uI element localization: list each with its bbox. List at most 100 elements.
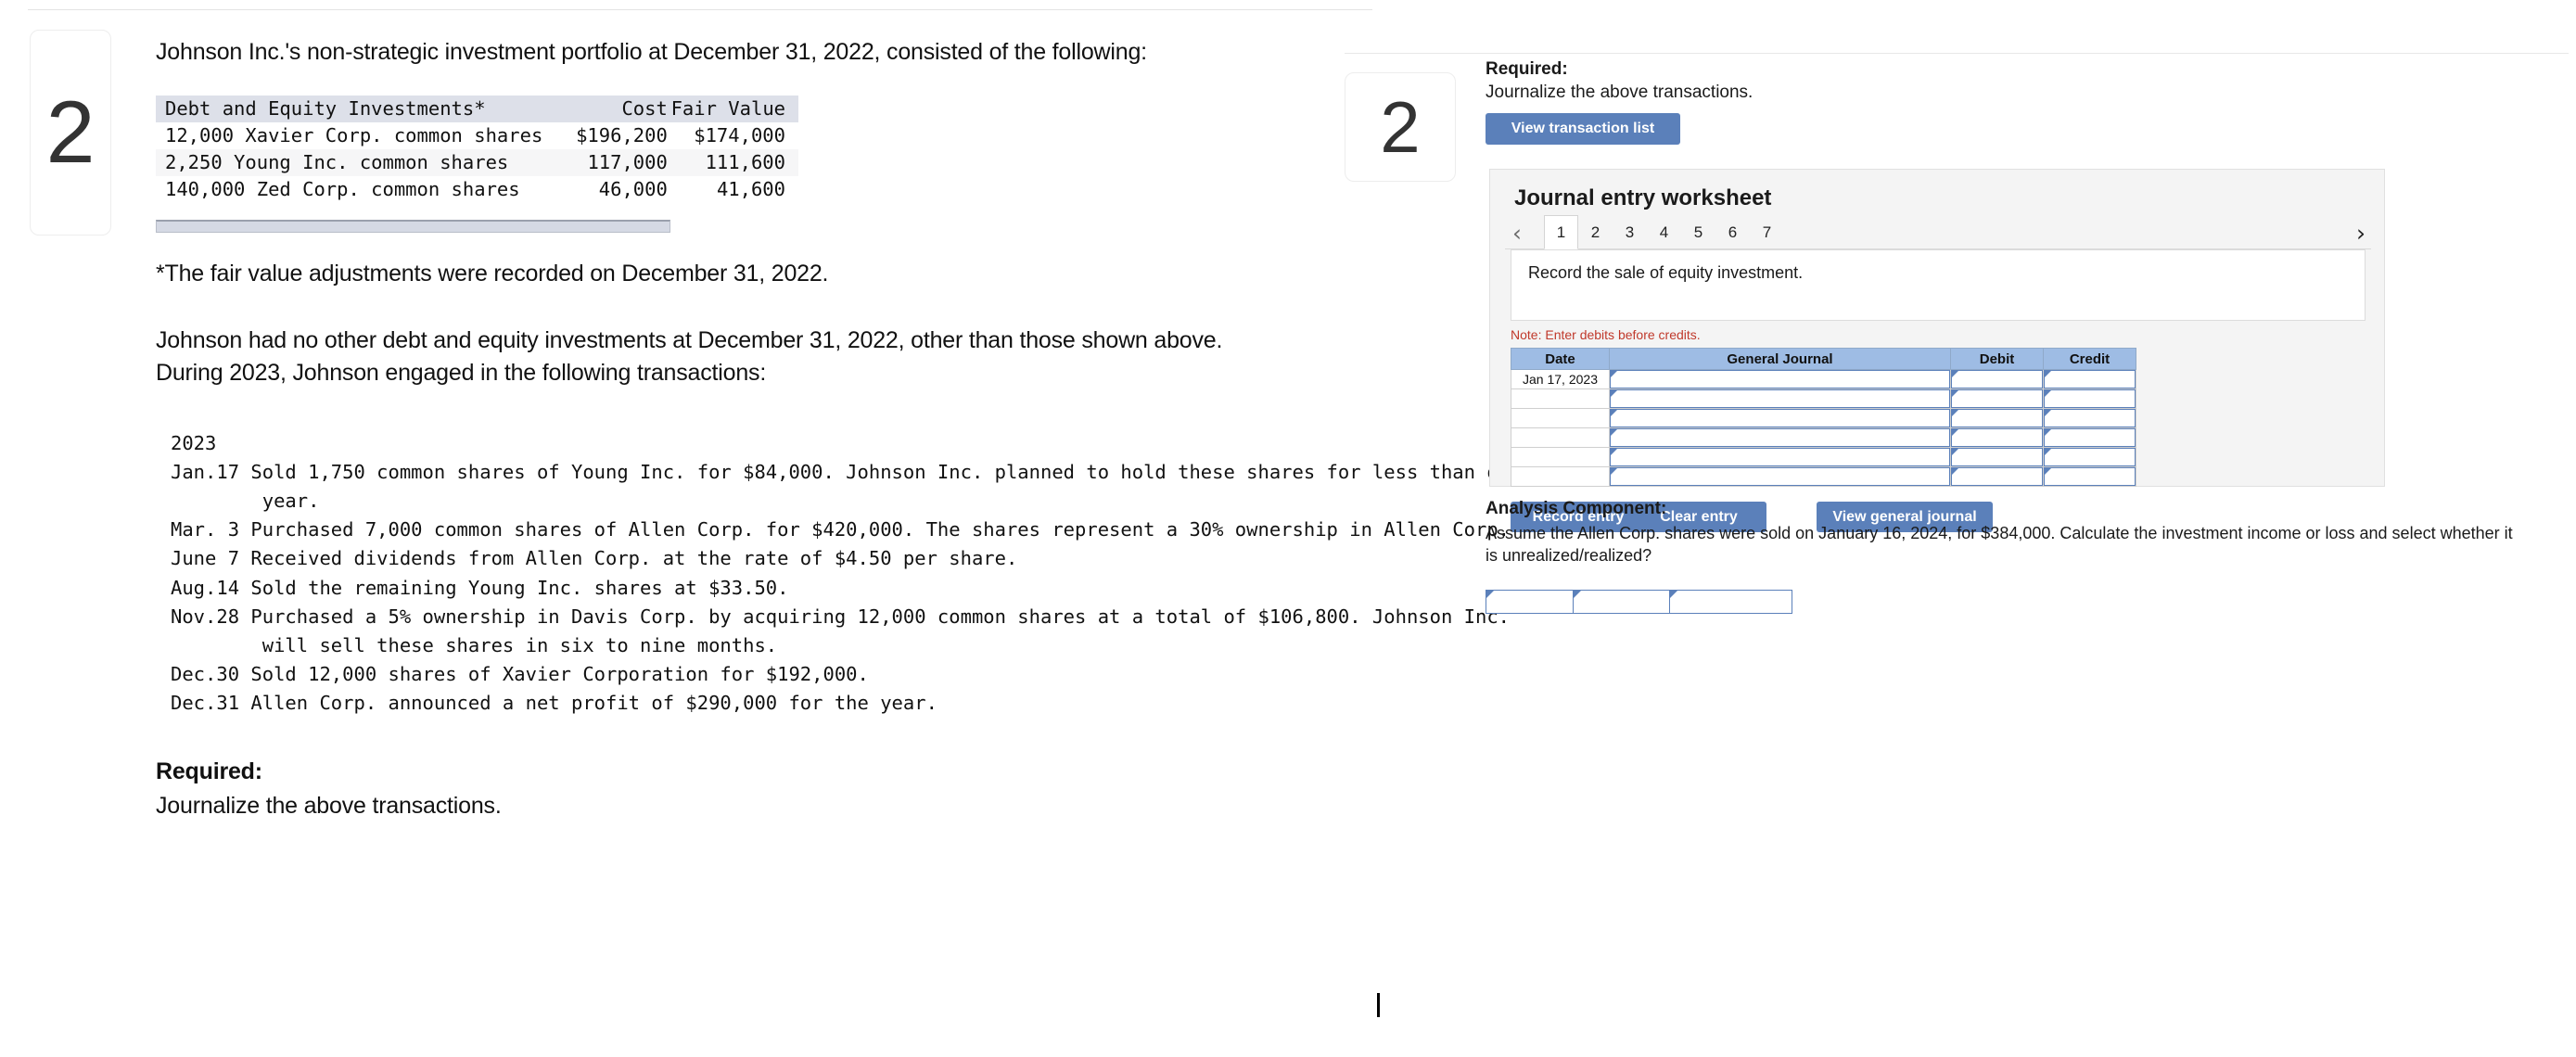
journal-debit-input[interactable] [1951, 370, 2043, 388]
portfolio-cell-cost: 46,000 [598, 177, 668, 200]
worksheet-title: Journal entry worksheet [1514, 185, 1772, 210]
question-number-right: 2 [1380, 86, 1421, 168]
journal-debit-cell[interactable] [1950, 388, 2044, 409]
journal-account-cell[interactable] [1609, 427, 1951, 448]
journal-account-input[interactable] [1610, 428, 1950, 447]
tab-1[interactable]: 1 [1544, 215, 1578, 249]
text-cursor [1377, 993, 1380, 1017]
required-body-left: Journalize the above transactions. [156, 793, 502, 820]
journal-account-input[interactable] [1610, 467, 1950, 486]
portfolio-cell-name: 12,000 Xavier Corp. common shares [165, 123, 543, 146]
journal-date-cell [1511, 447, 1610, 467]
table-row [1511, 447, 2136, 467]
table-row [1511, 388, 2136, 409]
worksheet-prompt-box: Record the sale of equity investment. [1511, 249, 2366, 321]
table-row: 12,000 Xavier Corp. common shares $196,2… [156, 122, 798, 149]
question-number-card-left: 2 [30, 30, 111, 236]
analysis-body: Assume the Allen Corp. shares were sold … [1486, 524, 2513, 566]
journal-debit-input[interactable] [1951, 389, 2043, 408]
journal-date-cell [1511, 427, 1610, 448]
analysis-input-1[interactable] [1486, 589, 1574, 614]
tab-6[interactable]: 6 [1715, 215, 1750, 249]
journal-debit-cell[interactable] [1950, 447, 2044, 467]
worksheet-prompt-text: Record the sale of equity investment. [1528, 263, 1804, 282]
journal-credit-cell[interactable] [2043, 427, 2136, 448]
journal-date-cell [1511, 408, 1610, 428]
journal-account-cell[interactable] [1609, 408, 1951, 428]
worksheet-tabs: 1 2 3 4 5 6 7 [1544, 215, 1784, 249]
journal-account-input[interactable] [1610, 370, 1950, 388]
journal-credit-input[interactable] [2044, 389, 2136, 408]
journal-debit-input[interactable] [1951, 409, 2043, 427]
journal-header-debit: Debit [1950, 348, 2044, 370]
analysis-input-2[interactable] [1573, 589, 1670, 614]
analysis-input-3[interactable] [1669, 589, 1792, 614]
journal-debit-cell[interactable] [1950, 466, 2044, 487]
journal-credit-input[interactable] [2044, 409, 2136, 427]
fair-value-footnote: *The fair value adjustments were recorde… [156, 260, 829, 287]
journal-date-cell: Jan 17, 2023 [1511, 369, 1610, 389]
portfolio-horizontal-scrollbar[interactable] [156, 219, 670, 233]
chevron-left-icon[interactable]: ‹ [1512, 222, 1522, 245]
journal-debit-input[interactable] [1951, 467, 2043, 486]
table-row [1511, 408, 2136, 428]
question-content-panel: Johnson Inc.'s non-strategic investment … [156, 37, 1521, 820]
journal-header-credit: Credit [2043, 348, 2136, 370]
analysis-heading: Analysis Component: [1486, 499, 1667, 518]
debits-before-credits-note: Note: Enter debits before credits. [1511, 327, 1701, 342]
journal-account-cell[interactable] [1609, 447, 1951, 467]
table-row: Jan 17, 2023 [1511, 369, 2136, 389]
journal-debit-cell[interactable] [1950, 369, 2044, 389]
portfolio-cell-fair-value: 41,600 [716, 177, 785, 200]
table-row: 140,000 Zed Corp. common shares 46,000 4… [156, 176, 798, 203]
table-row: 2,250 Young Inc. common shares 117,000 1… [156, 148, 798, 176]
intro-sentence: Johnson Inc.'s non-strategic investment … [156, 39, 1147, 65]
tab-3[interactable]: 3 [1613, 215, 1647, 249]
journal-account-input[interactable] [1610, 409, 1950, 427]
journal-debit-input[interactable] [1951, 428, 2043, 447]
portfolio-header-investments: Debt and Equity Investments* [165, 96, 486, 120]
journal-debit-input[interactable] [1951, 448, 2043, 466]
portfolio-header-fair-value: Fair Value [670, 96, 785, 120]
context-paragraph: Johnson had no other debt and equity inv… [156, 326, 1223, 387]
journal-table-container: Date General Journal Debit Credit Jan 17… [1511, 348, 2136, 487]
journal-account-cell[interactable] [1609, 466, 1951, 487]
portfolio-cell-name: 2,250 Young Inc. common shares [165, 150, 509, 173]
journal-credit-input[interactable] [2044, 370, 2136, 388]
journal-entry-worksheet: Journal entry worksheet ‹ 1 2 3 4 5 6 7 … [1489, 169, 2385, 532]
journal-date-cell [1511, 388, 1610, 409]
chevron-right-icon[interactable]: › [2356, 222, 2366, 245]
journal-credit-cell[interactable] [2043, 466, 2136, 487]
journal-account-input[interactable] [1610, 389, 1950, 408]
journal-account-cell[interactable] [1609, 369, 1951, 389]
journal-debit-cell[interactable] [1950, 408, 2044, 428]
journal-account-input[interactable] [1610, 448, 1950, 466]
view-transaction-list-button[interactable]: View transaction list [1486, 113, 1680, 145]
journal-debit-cell[interactable] [1950, 427, 2044, 448]
journal-header-row: Date General Journal Debit Credit [1511, 348, 2136, 370]
tab-5[interactable]: 5 [1681, 215, 1715, 249]
journal-credit-cell[interactable] [2043, 408, 2136, 428]
answer-panel: Required: Journalize the above transacti… [1486, 59, 2561, 614]
journal-credit-input[interactable] [2044, 467, 2136, 486]
journal-date-cell [1511, 466, 1610, 487]
journal-entry-table: Date General Journal Debit Credit Jan 17… [1511, 348, 2136, 487]
journal-credit-cell[interactable] [2043, 388, 2136, 409]
question-number-card-right: 2 [1345, 72, 1456, 182]
journal-credit-input[interactable] [2044, 448, 2136, 466]
required-heading-right: Required: [1486, 59, 1568, 79]
portfolio-table-container: Debt and Equity Investments* Cost Fair V… [156, 95, 798, 233]
portfolio-header-row: Debt and Equity Investments* Cost Fair V… [156, 95, 798, 122]
analysis-component-section: Analysis Component: Assume the Allen Cor… [1486, 499, 2561, 614]
tab-7[interactable]: 7 [1750, 215, 1784, 249]
tab-2[interactable]: 2 [1578, 215, 1613, 249]
portfolio-cell-fair-value: $174,000 [694, 123, 785, 146]
journal-header-general-journal: General Journal [1609, 348, 1951, 370]
journal-credit-input[interactable] [2044, 428, 2136, 447]
tab-4[interactable]: 4 [1647, 215, 1681, 249]
journal-credit-cell[interactable] [2043, 447, 2136, 467]
table-row [1511, 427, 2136, 448]
journal-account-cell[interactable] [1609, 388, 1951, 409]
required-heading-left: Required: [156, 758, 262, 785]
journal-credit-cell[interactable] [2043, 369, 2136, 389]
